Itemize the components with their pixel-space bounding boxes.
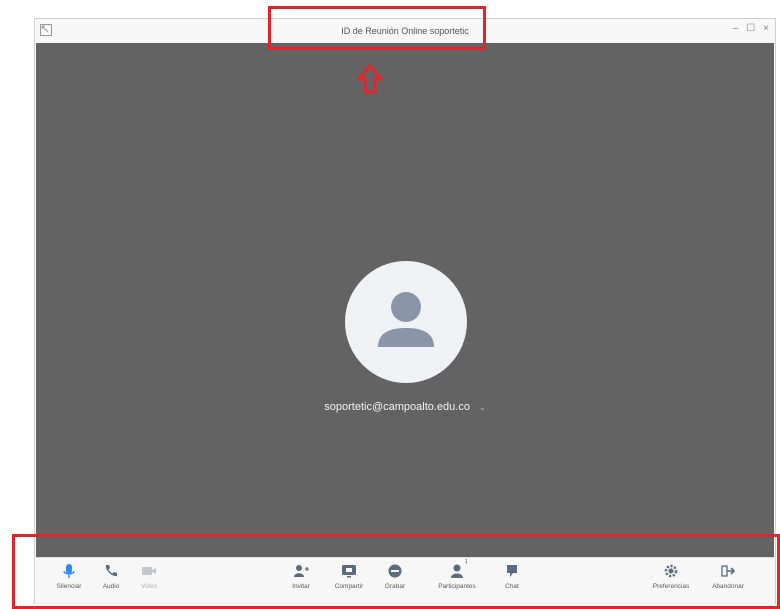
avatar <box>345 261 467 383</box>
window-controls: – ☐ × <box>733 23 769 34</box>
meeting-window: ID de Reunión Online soportetic – ☐ × so… <box>34 18 776 604</box>
title-highlight-box <box>268 6 486 50</box>
video-area[interactable]: soportetic@campoalto.edu.co ⌄ <box>36 43 774 557</box>
minimize-button[interactable]: – <box>733 23 739 34</box>
participant-name: soportetic@campoalto.edu.co <box>324 401 470 413</box>
toolbar-highlight-box <box>12 534 780 609</box>
exit-fullscreen-icon[interactable] <box>39 23 53 37</box>
chevron-down-icon[interactable]: ⌄ <box>479 403 486 412</box>
close-button[interactable]: × <box>763 23 769 34</box>
maximize-button[interactable]: ☐ <box>746 23 755 34</box>
participant-name-row: soportetic@campoalto.edu.co ⌄ <box>36 401 774 413</box>
up-arrow-icon <box>357 64 383 94</box>
user-icon <box>378 292 434 347</box>
